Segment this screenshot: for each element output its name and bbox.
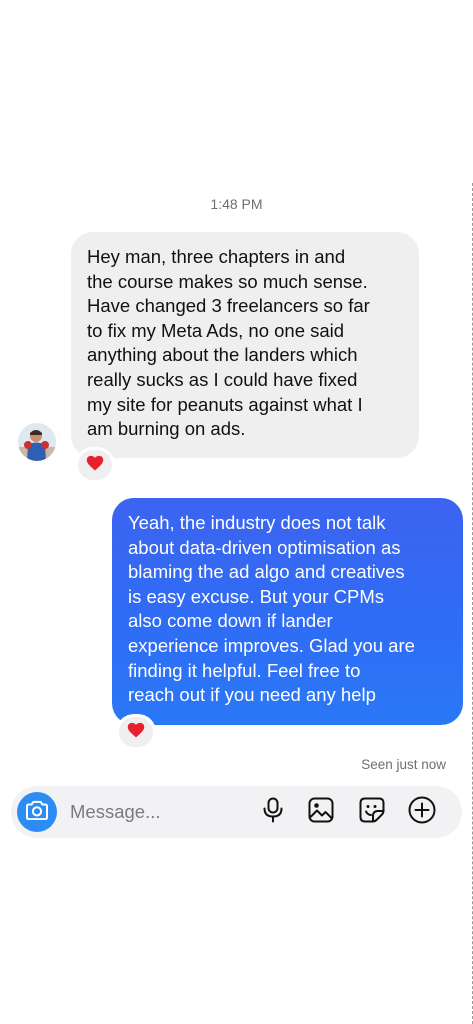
message-line: Hey man, three chapters in and [87, 246, 346, 267]
message-line: anything about the landers which [87, 344, 358, 366]
more-options-button[interactable] [406, 796, 438, 828]
sticker-button[interactable] [356, 796, 388, 828]
message-line: is easy excuse. But your CPMs [128, 585, 385, 607]
message-line: about data-driven optimisation as [128, 536, 401, 558]
message-line: am burning on ads. [87, 418, 246, 440]
plus-circle-icon [408, 796, 436, 829]
message-line: Have changed 3 freelancers so far [87, 295, 370, 317]
heart-reaction[interactable] [78, 450, 112, 480]
heart-reaction[interactable] [119, 717, 153, 747]
message-line: finding it helpful. Feel free to [128, 659, 361, 681]
message-timestamp: 1:48 PM [210, 196, 263, 212]
seen-status: Seen just now [361, 757, 446, 772]
message-composer [11, 786, 462, 838]
camera-icon [26, 800, 48, 825]
message-line: also come down if lander [128, 610, 333, 632]
sender-avatar[interactable] [18, 423, 56, 461]
voice-message-button[interactable] [257, 796, 289, 828]
camera-button[interactable] [17, 792, 57, 832]
gallery-icon [308, 797, 334, 828]
sticker-icon [359, 797, 385, 828]
gallery-button[interactable] [305, 796, 337, 828]
heart-icon [86, 455, 104, 476]
message-line: the course makes so much sense. [87, 270, 368, 292]
message-line: blaming the ad algo and creatives [128, 561, 405, 583]
heart-icon [127, 722, 145, 743]
message-line: experience improves. Glad you are [128, 634, 415, 656]
message-input[interactable] [70, 799, 250, 825]
message-line: my site for peanuts against what I [87, 393, 363, 415]
outgoing-message-bubble[interactable]: Yeah, the industry does not talk about d… [112, 498, 463, 725]
message-line: to fix my Meta Ads, no one said [87, 319, 345, 341]
message-line: reach out if you need any help [128, 684, 376, 706]
message-line: really sucks as I could have fixed [87, 368, 358, 390]
incoming-message-bubble[interactable]: Hey man, three chapters in and the cours… [71, 232, 419, 458]
microphone-icon [262, 797, 284, 828]
message-line: Yeah, the industry does not talk [128, 512, 386, 533]
